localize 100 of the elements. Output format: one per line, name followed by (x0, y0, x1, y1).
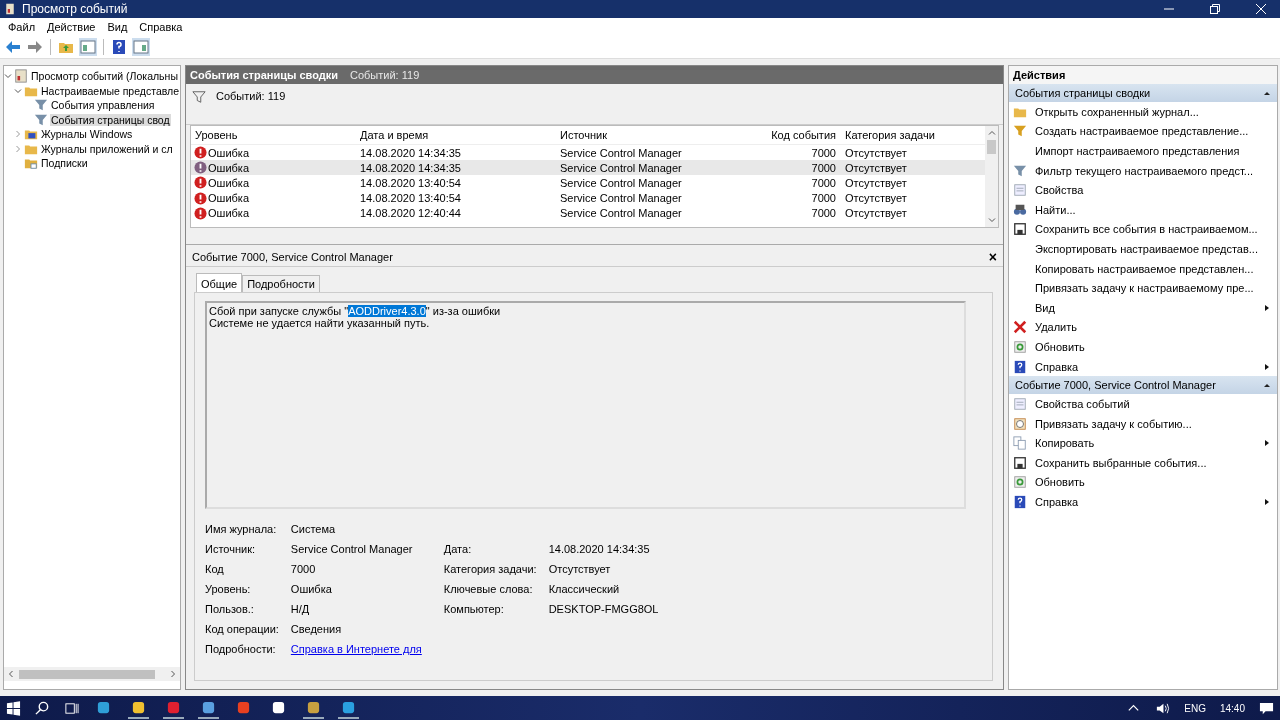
error-icon (194, 191, 207, 205)
event-row[interactable]: Ошибка 14.08.2020 14:34:35 Service Control Manager 7000 Отсутствует (191, 160, 985, 176)
menu-item[interactable]: Действие (41, 21, 102, 33)
document-icon (1013, 397, 1027, 412)
help-icon[interactable] (110, 38, 128, 56)
field-label: Уровень: (205, 583, 252, 595)
action-item[interactable]: Справка (1009, 492, 1277, 512)
horizontal-scrollbar[interactable] (4, 667, 180, 681)
submenu-arrow-icon (1263, 303, 1271, 312)
action-item[interactable]: Сохранить выбранные события... (1009, 453, 1277, 473)
action-item[interactable]: Привязать задачу к событию... (1009, 413, 1277, 434)
field-label: Подробности: (205, 643, 277, 655)
tab[interactable]: Общие (196, 273, 243, 292)
action-item[interactable]: Копировать (1009, 433, 1277, 454)
action-item[interactable]: Удалить (1009, 317, 1277, 338)
field-value: Отсутствует (548, 563, 612, 575)
event-row[interactable]: Ошибка 14.08.2020 13:40:54 Service Control Manager 7000 Отсутствует (191, 190, 985, 206)
filter-icon (1013, 124, 1027, 139)
tree-item[interactable]: События страницы свод (50, 113, 171, 126)
search-icon[interactable] (35, 700, 50, 716)
action-item[interactable]: Вид (1009, 297, 1277, 318)
scroll-thumb[interactable] (19, 669, 155, 679)
section-header[interactable]: События страницы сводки (1009, 84, 1277, 102)
tab[interactable]: Подробности (242, 275, 320, 292)
action-item[interactable]: Привязать задачу к настраиваемому пре... (1009, 278, 1277, 298)
tree-item[interactable]: Журналы приложений и сл (40, 142, 174, 155)
copy-icon (1013, 436, 1027, 451)
field-label: Компьютер: (443, 603, 505, 615)
tree-item[interactable]: Настраиваемые представле (40, 84, 180, 97)
event-row[interactable]: Ошибка 14.08.2020 14:34:35 Service Control Manager 7000 Отсутствует (191, 145, 985, 161)
language-indicator[interactable]: ENG (1184, 702, 1206, 714)
action-item[interactable]: Свойства событий (1009, 394, 1277, 414)
tree-item[interactable]: Подписки (40, 157, 89, 170)
action-item[interactable]: Найти... (1009, 199, 1277, 220)
submenu-arrow-icon (1263, 498, 1271, 507)
action-item[interactable]: Фильтр текущего настраиваемого предст... (1009, 160, 1277, 181)
column-header[interactable]: Уровень (191, 129, 356, 141)
column-header[interactable]: Категория задачи (841, 129, 985, 141)
table-cell-text: 7000 (810, 207, 837, 220)
document-icon (1013, 183, 1027, 198)
field-value: 14.08.2020 14:34:35 (548, 543, 651, 555)
error-icon (194, 161, 207, 175)
field-value: DESKTOP-FMGG8OL (548, 603, 660, 615)
help-icon (1013, 495, 1027, 510)
detail-title: Событие 7000, Service Control Manager (192, 251, 393, 263)
scroll-thumb[interactable] (987, 140, 996, 154)
table-cell-text: 14.08.2020 14:34:35 (359, 146, 462, 159)
action-item[interactable]: Свойства (1009, 180, 1277, 200)
field-label: Пользов.: (205, 603, 255, 615)
table-cell-text: Отсутствует (844, 176, 908, 189)
field-label: Код операции: (205, 623, 280, 635)
field-value: Сведения (290, 623, 343, 635)
event-row[interactable]: Ошибка 14.08.2020 12:40:44 Service Control Manager 7000 Отсутствует (191, 205, 985, 221)
clock-icon (1013, 416, 1027, 431)
menu-item[interactable]: Файл (2, 21, 42, 33)
table-cell-text: Отсутствует (844, 146, 908, 159)
field-value: Service Control Manager (290, 543, 414, 555)
table-cell-text: Отсутствует (844, 192, 908, 205)
table-cell: Ошибка (208, 192, 249, 205)
table-cell-text: 7000 (810, 192, 837, 205)
tree-item[interactable]: Просмотр событий (Локальны (30, 70, 179, 83)
menu-item[interactable]: Справка (133, 21, 189, 33)
event-row[interactable]: Ошибка 14.08.2020 13:40:54 Service Control Manager 7000 Отсутствует (191, 175, 985, 191)
filter-icon (1013, 163, 1027, 178)
field-value: Ошибка (290, 583, 333, 595)
filter-icon (192, 90, 206, 104)
action-item[interactable]: Сохранить все события в настраиваемом... (1009, 219, 1277, 240)
restore-icon[interactable] (1210, 4, 1220, 14)
start-icon[interactable] (6, 700, 21, 716)
menu-item[interactable]: Вид (101, 21, 134, 33)
section-header[interactable]: Событие 7000, Service Control Manager (1009, 376, 1277, 395)
table-cell: Ошибка (208, 161, 249, 174)
action-item[interactable]: Обновить (1009, 472, 1277, 493)
collapse-triangle-icon[interactable] (1263, 89, 1271, 97)
clock[interactable]: 14:40 (1219, 702, 1245, 714)
action-item[interactable]: Справка (1009, 356, 1277, 377)
column-header[interactable]: Код события (761, 129, 841, 141)
column-header[interactable]: Дата и время (356, 129, 556, 141)
filtered-count: Событий: 119 (216, 90, 286, 102)
table-cell: Ошибка (208, 146, 249, 159)
close-button[interactable]: × (988, 249, 997, 265)
action-item[interactable]: Обновить (1009, 337, 1277, 357)
tree-item[interactable]: Журналы Windows (40, 128, 134, 141)
app-icon (4, 2, 16, 16)
vertical-scrollbar[interactable] (985, 126, 998, 227)
action-item[interactable]: Экспортировать настраиваемое представ... (1009, 239, 1277, 259)
help-link[interactable]: Справка в Интернете для (290, 643, 422, 655)
forward-arrow-icon[interactable] (26, 38, 44, 56)
tree-item[interactable]: События управления (50, 99, 156, 112)
task-view-icon[interactable] (64, 700, 79, 716)
action-item[interactable]: Открыть сохраненный журнал... (1009, 102, 1277, 122)
action-item[interactable]: Создать настраиваемое представление... (1009, 121, 1277, 142)
close-icon[interactable] (1256, 4, 1266, 14)
panel-icon[interactable] (79, 38, 97, 56)
collapse-triangle-icon[interactable] (1263, 381, 1271, 390)
action-item[interactable]: Импорт настраиваемого представления (1009, 141, 1277, 161)
table-cell-text: 7000 (810, 176, 837, 189)
column-header[interactable]: Источник (556, 129, 761, 141)
action-item[interactable]: Копировать настраиваемое представлен... (1009, 258, 1277, 279)
notifications-icon[interactable] (1259, 700, 1274, 716)
